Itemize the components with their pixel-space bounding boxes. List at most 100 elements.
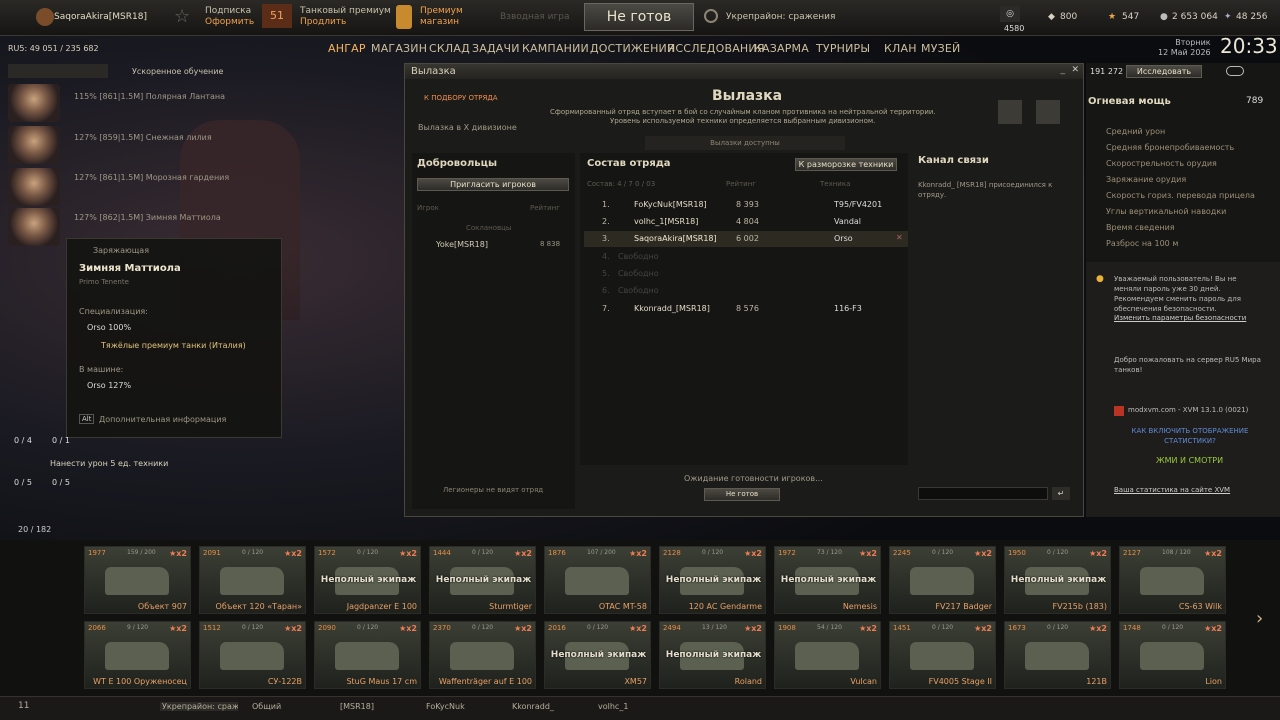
crew-avatar-4[interactable]: [8, 208, 60, 246]
tank-card[interactable]: 1748 0 / 120 ★x2 Lion: [1119, 621, 1226, 689]
tank-name: Jagdpanzer E 100: [346, 602, 417, 611]
tank-card[interactable]: 1572 0 / 120 ★x2 Неполный экипаж Jagdpanzer …: [314, 546, 421, 614]
x2-badge: ★x2: [974, 624, 992, 633]
x2-badge: ★x2: [169, 624, 187, 633]
player-name[interactable]: SaqoraAkira[MSR18]: [54, 12, 147, 22]
hangar-count: 20 / 182: [18, 525, 52, 534]
online-count: 4580: [1004, 24, 1025, 33]
squad-row-3[interactable]: 3. SaqoraAkira[MSR18] 6 002 Orso ✕: [584, 231, 908, 247]
squad-row-2[interactable]: 2. volhc_1[MSR18] 4 804 Vandal: [584, 214, 908, 230]
tank-name: OTAC MT-58: [598, 602, 647, 611]
taskbar-player-3[interactable]: volhc_1: [598, 702, 628, 711]
nav-achievements[interactable]: ДОСТИЖЕНИЯ: [590, 42, 675, 55]
battle-mode-select[interactable]: Укрепрайон: сражения: [726, 12, 835, 22]
squad-row-5: 5. Свободно: [584, 266, 908, 282]
x2-badge: ★x2: [1089, 624, 1107, 633]
not-ready-button[interactable]: Не готов: [704, 488, 780, 501]
tank-progress: 159 / 200: [127, 549, 156, 556]
xvm-watch-link[interactable]: ЖМИ И СМОТРИ: [1156, 456, 1223, 465]
nav-barracks[interactable]: КАЗАРМА: [754, 42, 809, 55]
tank-card[interactable]: 2090 0 / 120 ★x2 StuG Maus 17 cm: [314, 621, 421, 689]
firepower-value: 789: [1246, 96, 1264, 106]
tank-card[interactable]: 2127 108 / 120 ★x2 CS-63 Wilk: [1119, 546, 1226, 614]
xvm-stat-link[interactable]: КАК ВКЛЮЧИТЬ ОТОБРАЖЕНИЕ СТАТИСТИКИ?: [1122, 426, 1258, 446]
tank-card[interactable]: 1876 107 / 200 ★x2 OTAC MT-58: [544, 546, 651, 614]
chat-input[interactable]: [918, 487, 1048, 500]
nav-tournaments[interactable]: ТУРНИРЫ: [816, 42, 870, 55]
tank-card[interactable]: 1977 159 / 200 ★x2 Объект 907: [84, 546, 191, 614]
tank-battles: 2494: [663, 624, 681, 632]
tank-card[interactable]: 2370 0 / 120 ★x2 Waffenträger auf E 100: [429, 621, 536, 689]
nav-research[interactable]: ИССЛЕДОВАНИЯ: [667, 42, 765, 55]
tank-premium[interactable]: Танковый премиум Продлить: [300, 6, 391, 28]
vehicle-icon-1[interactable]: [998, 100, 1022, 124]
nav-museum[interactable]: МУЗЕЙ: [921, 42, 960, 55]
toggle-icon[interactable]: [1226, 66, 1244, 76]
xvm-site-link[interactable]: Ваша статистика на сайте XVM: [1114, 486, 1230, 494]
ready-button[interactable]: Не готов: [584, 3, 694, 31]
squad-row-name: FoKycNuk[MSR18]: [634, 200, 707, 209]
taskbar-clan[interactable]: [MSR18]: [340, 702, 374, 711]
col-player: Игрок: [417, 204, 439, 212]
nav-clan[interactable]: КЛАН: [884, 42, 917, 55]
squad-row-7[interactable]: 7. Kkonradd_[MSR18] 8 576 116-F3: [584, 301, 908, 317]
tank-card[interactable]: 1673 0 / 120 ★x2 121B: [1004, 621, 1111, 689]
tank-battles: 1972: [778, 549, 796, 557]
taskbar-player-1[interactable]: FoKycNuk: [426, 702, 465, 711]
minimize-icon[interactable]: _: [1061, 65, 1066, 75]
taskbar-player-2[interactable]: Kkonradd_: [512, 702, 554, 711]
volunteer-name[interactable]: Yoke[MSR18]: [436, 240, 488, 249]
crew-avatar-1[interactable]: [8, 84, 60, 122]
nav-hangar[interactable]: АНГАР: [328, 42, 366, 55]
tank-progress: 0 / 120: [242, 624, 264, 631]
taskbar-mode[interactable]: Укрепрайон: сражен...: [160, 702, 238, 711]
subscription[interactable]: Подписка Оформить: [205, 6, 254, 28]
tank-card[interactable]: 2245 0 / 120 ★x2 FV217 Badger: [889, 546, 996, 614]
tank-name: СУ-122В: [267, 677, 302, 686]
tooltip-vehicle: Orso 127%: [87, 381, 131, 390]
tank-card[interactable]: 1451 0 / 120 ★x2 FV4005 Stage II: [889, 621, 996, 689]
tank-card[interactable]: 2091 0 / 120 ★x2 Объект 120 «Таран»: [199, 546, 306, 614]
taskbar-users[interactable]: 11: [18, 701, 29, 711]
taskbar-general[interactable]: Общий: [252, 702, 281, 711]
tank-card[interactable]: 2016 0 / 120 ★x2 Неполный экипаж XM57: [544, 621, 651, 689]
premium-shop-link[interactable]: Премиум магазин: [420, 6, 463, 28]
close-icon[interactable]: ✕: [1071, 65, 1079, 75]
xvm-version[interactable]: modxvm.com - XVM 13.1.0 (0021): [1128, 406, 1248, 414]
prop-1: Средний урон: [1106, 127, 1166, 136]
crew-avatar-2[interactable]: [8, 126, 60, 164]
tank-card[interactable]: 1972 73 / 120 ★x2 Неполный экипаж Nemesis: [774, 546, 881, 614]
vehicle-icon-2[interactable]: [1036, 100, 1060, 124]
nav-shop[interactable]: МАГАЗИН: [371, 42, 427, 55]
tank-card[interactable]: 2128 0 / 120 ★x2 Неполный экипаж 120 AC Gend…: [659, 546, 766, 614]
crew-row-3: 127% [861|1.5M] Морозная гардения: [74, 173, 230, 182]
back-link[interactable]: К ПОДБОРУ ОТРЯДА: [424, 94, 498, 102]
nav-depot[interactable]: СКЛАД: [429, 42, 470, 55]
tank-card[interactable]: 1444 0 / 120 ★x2 Неполный экипаж Sturmtiger: [429, 546, 536, 614]
accelerated-training-label[interactable]: Ускоренное обучение: [132, 67, 223, 76]
kick-icon[interactable]: ✕: [896, 233, 903, 242]
tank-card[interactable]: 1512 0 / 120 ★x2 СУ-122В: [199, 621, 306, 689]
soclan-label: Соклановцы: [466, 224, 512, 232]
security-link[interactable]: Изменить параметры безопасности: [1114, 314, 1260, 322]
send-icon[interactable]: ↵: [1052, 487, 1070, 500]
invite-button[interactable]: Пригласить игроков: [417, 178, 569, 191]
research-button[interactable]: Исследовать: [1126, 65, 1202, 78]
nav-tasks[interactable]: ЗАДАЧИ: [472, 42, 520, 55]
nav-campaigns[interactable]: КАМПАНИИ: [522, 42, 589, 55]
tank-progress: 9 / 120: [127, 624, 149, 631]
squad-row-1[interactable]: 1. FoKycNuk[MSR18] 8 393 T95/FV4201: [584, 197, 908, 213]
tank-card[interactable]: 1950 0 / 120 ★x2 Неполный экипаж FV215b (183…: [1004, 546, 1111, 614]
tank-card[interactable]: 1908 54 / 120 ★x2 Vulcan: [774, 621, 881, 689]
crew-warning: Неполный экипаж: [435, 575, 532, 585]
carousel-next-icon[interactable]: ›: [1256, 608, 1263, 629]
tank-card[interactable]: 2494 13 / 120 ★x2 Неполный экипаж Roland: [659, 621, 766, 689]
squad-row-rating: 8 393: [736, 200, 759, 209]
crew-avatar-3[interactable]: [8, 168, 60, 206]
mission-3-text[interactable]: Нанести урон 5 ед. техники: [50, 459, 168, 468]
tank-card[interactable]: 2066 9 / 120 ★x2 WT E 100 Оруженосец: [84, 621, 191, 689]
player-emblem-icon[interactable]: [36, 8, 54, 26]
unfreeze-button[interactable]: К разморозке техники: [795, 158, 897, 171]
squad-row-rating: 8 576: [736, 304, 759, 313]
platoon-label[interactable]: Взводная игра: [500, 12, 569, 22]
